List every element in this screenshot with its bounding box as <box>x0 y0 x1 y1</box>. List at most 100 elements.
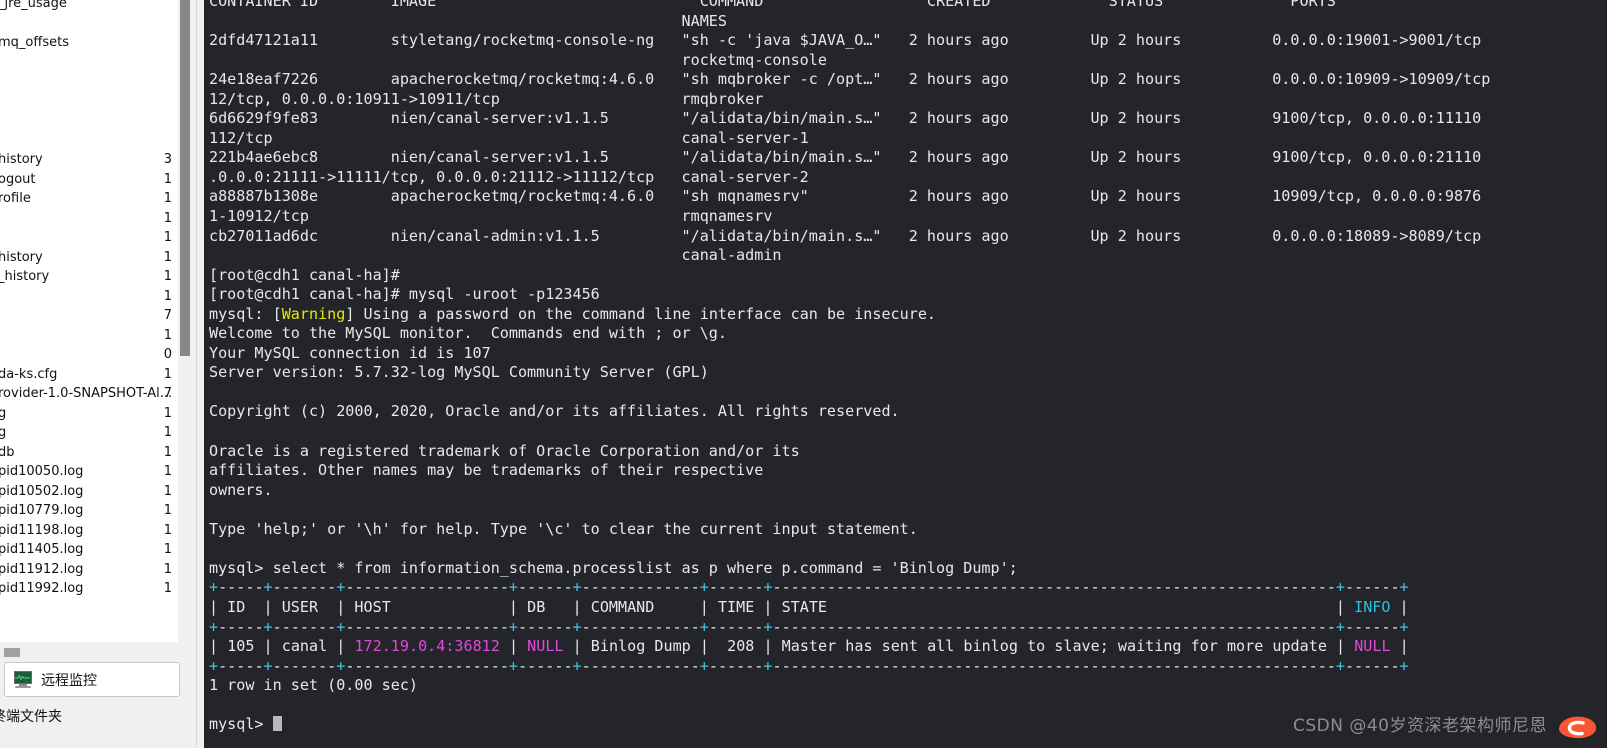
mysql-help-line: Type 'help;' or '\h' for help. Type '\c'… <box>209 519 918 538</box>
monitor-icon <box>13 671 33 688</box>
file-name: g <box>0 404 6 424</box>
file-size: 1 <box>163 444 172 460</box>
docker-ps-row-1-wrap: 12/tcp, 0.0.0.0:10911->10911/tcp rmqbrok… <box>209 89 764 108</box>
file-list-item[interactable]: history 1 <box>0 248 178 268</box>
file-name: pid10502.log <box>0 483 84 499</box>
terminal-output: CONTAINER ID IMAGE COMMAND CREATED STATU… <box>209 0 1607 735</box>
docker-ps-row-0: 2dfd47121a11 styletang/rocketmq-console-… <box>209 31 1482 50</box>
file-size: 1 <box>163 230 172 245</box>
file-list-item[interactable]: pid10502.log 1 <box>0 482 178 502</box>
file-size: 1 <box>163 464 172 479</box>
file-list-item[interactable]: da-ks.cfg 1 <box>0 365 178 385</box>
file-list-item[interactable]: 7 <box>0 306 178 326</box>
file-list-item[interactable] <box>0 111 178 131</box>
docker-ps-row-3: 221b4ae6ebc8 nien/canal-server:v1.1.5 "/… <box>209 148 1482 167</box>
file-list-item[interactable]: 1 <box>0 326 178 346</box>
docker-ps-row-5-wrap: canal-admin <box>209 246 782 265</box>
file-size: 1 <box>163 581 172 596</box>
docker-ps-row-4-wrap: 1-10912/tcp rmqnamesrv <box>209 207 773 226</box>
file-size: 1 <box>163 269 172 284</box>
mysql-welcome-2: Server version: 5.7.32-log MySQL Communi… <box>209 363 709 382</box>
docker-ps-header: CONTAINER ID IMAGE COMMAND CREATED STATU… <box>209 0 1336 10</box>
file-list-hscrollbar-thumb[interactable] <box>4 648 20 657</box>
file-list-item[interactable] <box>0 92 178 112</box>
file-size: 3 <box>163 152 172 167</box>
file-name: rofile <box>0 191 31 206</box>
file-name: _jre_usage <box>0 0 67 11</box>
file-name: history <box>0 249 43 265</box>
sql-result-footer: 1 row in set (0.00 sec) <box>209 676 419 695</box>
csdn-logo-icon <box>1559 716 1597 739</box>
remote-monitor-label: 远程监控 <box>41 672 97 689</box>
sql-table-separator-bottom: +-----+-------+------------------+------… <box>209 656 1409 675</box>
file-list-item[interactable]: mq_offsets <box>0 33 178 53</box>
docker-ps-row-5: cb27011ad6dc nien/canal-admin:v1.1.5 "/a… <box>209 226 1482 245</box>
file-name: mq_offsets <box>0 35 69 50</box>
watermark-text: CSDN @40岁资深老架构师尼恩 <box>1292 716 1547 736</box>
file-name: _history <box>0 269 50 284</box>
file-explorer-panel[interactable]: _jre_usage mq_offsets history 3 ogout 1 rofile… <box>0 0 196 748</box>
file-size: 1 <box>163 171 172 187</box>
file-list-item[interactable]: _jre_usage <box>0 0 178 14</box>
remote-monitor-button[interactable]: 远程监控 <box>4 662 180 697</box>
file-list-item[interactable]: pid10050.log 1 <box>0 462 178 482</box>
file-list-item[interactable]: pid11405.log 1 <box>0 540 178 560</box>
file-size: 1 <box>163 522 172 538</box>
terminal-window[interactable]: CONTAINER ID IMAGE COMMAND CREATED STATU… <box>204 0 1607 748</box>
file-list-item[interactable]: rovider-1.0-SNAPSHOT-Al... 7 <box>0 384 178 404</box>
terminal-folder-label: 终端文件夹 <box>0 709 62 725</box>
file-size: 1 <box>163 425 172 440</box>
docker-ps-row-3-wrap: .0.0.0:21111->11111/tcp, 0.0.0.0:21112->… <box>209 167 809 186</box>
file-size: 1 <box>163 327 172 343</box>
terminal-cursor <box>272 716 282 732</box>
file-list-item[interactable]: history 3 <box>0 150 178 170</box>
file-list-item[interactable]: pid11992.log 1 <box>0 579 178 599</box>
docker-ps-row-2-wrap: 112/tcp canal-server-1 <box>209 128 809 147</box>
file-list-item[interactable]: db 1 <box>0 443 178 463</box>
docker-ps-row-1: 24e18eaf7226 apacherocketmq/rocketmq:4.6… <box>209 70 1491 89</box>
file-list-item[interactable]: g1 <box>0 404 178 424</box>
file-list-item[interactable]: _history 1 <box>0 267 178 287</box>
file-size: 7 <box>163 308 172 323</box>
file-list-item[interactable] <box>0 72 178 92</box>
file-name: ogout <box>0 171 36 187</box>
shell-prompt-2: [root@cdh1 canal-ha]# mysql -uroot -p123… <box>209 285 600 304</box>
mysql-copyright: Copyright (c) 2000, 2020, Oracle and/or … <box>209 402 900 421</box>
file-name: pid11405.log <box>0 542 84 557</box>
file-name: pid11992.log <box>0 581 84 596</box>
file-name: pid11912.log <box>0 561 84 577</box>
file-list-item[interactable]: 1 <box>0 228 178 248</box>
file-name: rovider-1.0-SNAPSHOT-Al... <box>0 386 173 401</box>
docker-ps-row-0-wrap: rocketmq-console <box>209 50 827 69</box>
file-size: 1 <box>163 249 172 265</box>
panel-divider <box>196 0 204 748</box>
file-list-item[interactable]: 1 <box>0 209 178 229</box>
file-list-item[interactable]: 0 <box>0 345 178 365</box>
file-name: da-ks.cfg <box>0 366 58 382</box>
file-list-item[interactable]: pid11198.log 1 <box>0 521 178 541</box>
file-list-item[interactable]: pid10779.log 1 <box>0 501 178 521</box>
file-size: 1 <box>163 210 172 226</box>
file-list-item[interactable] <box>0 53 178 73</box>
mysql-trademark-2: owners. <box>209 480 273 499</box>
docker-ps-row-4: a88887b1308e apacherocketmq/rocketmq:4.6… <box>209 187 1482 206</box>
sql-table-separator-mid: +-----+-------+------------------+------… <box>209 617 1409 636</box>
file-list-item[interactable] <box>0 14 178 34</box>
file-name: history <box>0 152 43 167</box>
file-list-item[interactable]: ogout 1 <box>0 170 178 190</box>
file-list-item[interactable] <box>0 131 178 151</box>
file-list-item[interactable]: g1 <box>0 423 178 443</box>
file-list-item[interactable]: pid11912.log 1 <box>0 560 178 580</box>
file-list-item[interactable]: 1 <box>0 287 178 307</box>
mysql-welcome-1: Your MySQL connection id is 107 <box>209 343 491 362</box>
file-size: 7 <box>163 386 172 401</box>
file-name: g <box>0 423 6 443</box>
file-list-item[interactable]: rofile 1 <box>0 189 178 209</box>
file-list-scrollbar-thumb[interactable] <box>180 0 190 356</box>
file-list[interactable]: _jre_usage mq_offsets history 3 ogout 1 rofile… <box>0 0 179 642</box>
mysql-warning-line: mysql: [Warning] Using a password on the… <box>209 304 936 323</box>
